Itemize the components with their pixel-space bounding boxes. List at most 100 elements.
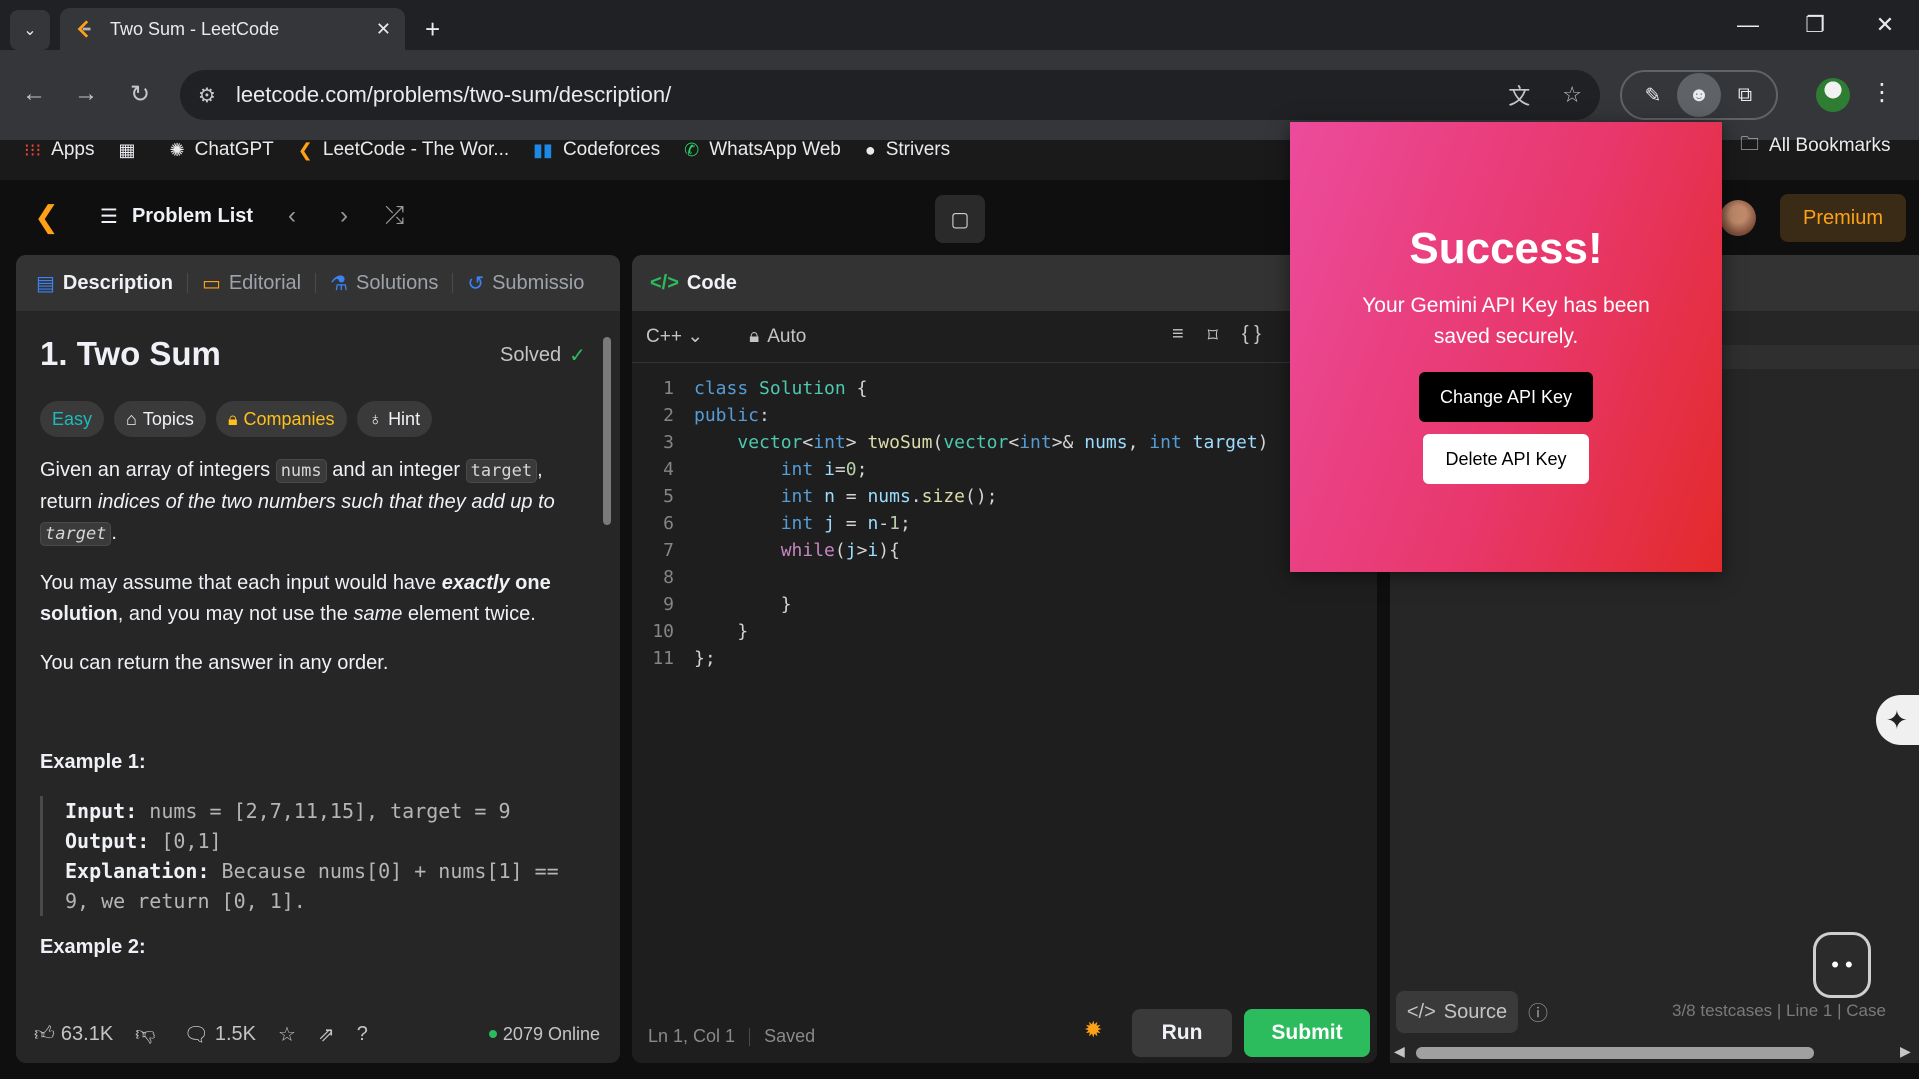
close-window-button[interactable]: ✕ bbox=[1865, 12, 1905, 38]
scrollbar-thumb[interactable] bbox=[603, 337, 611, 525]
tab-title: Two Sum - LeetCode bbox=[110, 18, 280, 39]
folder-icon: 🗀 bbox=[1740, 134, 1760, 155]
description-scrollbar[interactable] bbox=[602, 319, 612, 1009]
extensions-puzzle-icon[interactable]: ⧉ bbox=[1723, 73, 1767, 117]
tab-editorial[interactable]: ▭ Editorial bbox=[202, 271, 301, 296]
prev-problem-icon[interactable]: ‹ bbox=[288, 202, 296, 230]
code-tools: ≡ ⌑ { } bbox=[1172, 323, 1285, 348]
testcase-info: 3/8 testcases | Line 1 | Case bbox=[1672, 1001, 1886, 1020]
share-button[interactable]: ⇗ bbox=[318, 1022, 335, 1047]
tab-divider bbox=[452, 273, 454, 293]
comments-button[interactable]: 🗨︎ 1.5K bbox=[183, 1022, 256, 1047]
all-bookmarks-button[interactable]: 🗀 All Bookmarks bbox=[1740, 130, 1890, 162]
user-avatar[interactable] bbox=[1720, 200, 1756, 236]
new-tab-button[interactable]: + bbox=[425, 14, 440, 45]
tag-icon: ⌂ bbox=[126, 408, 137, 429]
code-panel: </> Code C++ ⌄ 🔒︎ Auto ≡ ⌑ { } 1 class Solu… bbox=[632, 255, 1377, 1063]
active-extension-icon[interactable]: ☻ bbox=[1677, 73, 1721, 117]
browser-tab[interactable]: Two Sum - LeetCode ✕ bbox=[60, 8, 405, 50]
delete-api-key-button[interactable]: Delete API Key bbox=[1423, 434, 1589, 484]
bookmark-apps[interactable]: ⁝⁝⁝ Apps bbox=[24, 139, 94, 161]
topics-tag[interactable]: ⌂ Topics bbox=[114, 401, 206, 437]
address-bar[interactable]: ⚙ leetcode.com/problems/two-sum/descript… bbox=[180, 70, 1600, 120]
thumbs-up-icon: 👍︎ bbox=[34, 1023, 55, 1045]
inline-code: target bbox=[40, 522, 112, 546]
code-line: 10 } bbox=[652, 621, 749, 642]
forward-button[interactable]: → bbox=[66, 80, 106, 108]
check-circle-icon: ✓ bbox=[569, 345, 586, 367]
horizontal-scrollbar[interactable]: ◀ ▶ bbox=[1390, 1043, 1919, 1063]
close-tab-icon[interactable]: ✕ bbox=[376, 19, 391, 40]
tab-groups-button[interactable]: ▦ bbox=[118, 140, 145, 161]
help-button[interactable]: ? bbox=[357, 1023, 368, 1046]
problem-tags: Easy ⌂ Topics 🔒︎ Companies ♁ Hint bbox=[40, 401, 590, 437]
site-settings-icon[interactable]: ⚙ bbox=[198, 83, 216, 108]
braces-icon[interactable]: { } bbox=[1242, 323, 1261, 348]
format-icon[interactable]: ≡ bbox=[1172, 323, 1184, 348]
premium-button[interactable]: Premium bbox=[1780, 194, 1906, 242]
code-editor[interactable]: 1 class Solution { 2 public: 3 vector<int>… bbox=[632, 375, 1342, 672]
source-button[interactable]: </> Source bbox=[1396, 991, 1518, 1033]
dislike-button[interactable]: 👎︎ bbox=[135, 1022, 161, 1046]
bookmark-star-icon[interactable]: ☆ bbox=[1562, 82, 1582, 108]
code-panel-header: </> Code bbox=[632, 255, 1377, 311]
notes-button[interactable]: ▢ bbox=[935, 195, 985, 243]
language-select[interactable]: C++ ⌄ bbox=[646, 325, 703, 348]
code-line: 3 vector<int> twoSum(vector<int>& nums, … bbox=[663, 432, 1269, 453]
bookmark-leetcode[interactable]: ❮ LeetCode - The Wor... bbox=[298, 139, 509, 161]
lightbulb-icon: ♁ bbox=[368, 408, 383, 429]
tab-submissions[interactable]: ↺ Submissio bbox=[467, 271, 584, 296]
submit-button[interactable]: Submit bbox=[1244, 1009, 1370, 1057]
translate-icon[interactable]: 文 bbox=[1508, 79, 1530, 111]
popup-title: Success! bbox=[1409, 224, 1603, 273]
auto-mode-toggle[interactable]: 🔒︎ Auto bbox=[749, 326, 806, 348]
bookmark-strivers[interactable]: ● Strivers bbox=[865, 139, 950, 161]
help-circle-icon[interactable]: ⓘ bbox=[1528, 997, 1548, 1026]
bookmark-whatsapp[interactable]: ✆ WhatsApp Web bbox=[684, 139, 841, 161]
description-tabs: ▤ Description ▭ Editorial ⚗ Solutions ↺ Subm… bbox=[16, 255, 620, 311]
strivers-icon: ● bbox=[864, 139, 876, 160]
like-button[interactable]: 👍︎ 63.1K bbox=[34, 1022, 113, 1046]
problem-statement-1: Given an array of integers nums and an i… bbox=[40, 459, 555, 546]
companies-tag[interactable]: 🔒︎ Companies bbox=[215, 401, 347, 437]
leetcode-logo-icon[interactable]: ❮ bbox=[34, 200, 59, 235]
scroll-right-icon[interactable]: ▶ bbox=[1900, 1043, 1911, 1060]
change-api-key-button[interactable]: Change API Key bbox=[1419, 372, 1593, 422]
tab-description[interactable]: ▤ Description bbox=[36, 271, 173, 296]
bookmark-codeforces[interactable]: ▮▮ Codeforces bbox=[533, 139, 660, 161]
code-line: 7 while(j>i){ bbox=[663, 540, 900, 561]
thumbs-down-icon: 👎︎ bbox=[135, 1023, 156, 1045]
difficulty-badge[interactable]: Easy bbox=[40, 401, 105, 437]
chatgpt-icon: ✺ bbox=[169, 139, 185, 160]
debug-icon[interactable]: ✹ bbox=[1084, 1017, 1102, 1043]
codeforces-icon: ▮▮ bbox=[533, 139, 553, 160]
hint-tag[interactable]: ♁ Hint bbox=[356, 401, 433, 437]
scroll-left-icon[interactable]: ◀ bbox=[1394, 1043, 1405, 1060]
restore-button[interactable]: ❐ bbox=[1795, 12, 1835, 38]
url-text[interactable]: leetcode.com/problems/two-sum/descriptio… bbox=[236, 82, 1476, 108]
problem-list-button[interactable]: ☰ Problem List bbox=[100, 204, 253, 229]
online-count: 2079 Online bbox=[488, 1024, 600, 1045]
profile-avatar[interactable] bbox=[1816, 78, 1850, 112]
robot-assistant-icon[interactable]: • • bbox=[1813, 932, 1871, 998]
shuffle-icon[interactable]: ⤮ bbox=[385, 202, 404, 230]
eyedropper-extension-icon[interactable]: ✎ bbox=[1631, 73, 1675, 117]
document-icon: ▤ bbox=[36, 272, 55, 295]
scrollbar-thumb[interactable] bbox=[1416, 1047, 1814, 1059]
popup-message: Your Gemini API Key has been saved secur… bbox=[1362, 294, 1650, 348]
tab-divider bbox=[315, 273, 317, 293]
run-button[interactable]: Run bbox=[1132, 1009, 1232, 1057]
code-line: 9 } bbox=[663, 594, 792, 615]
tab-search-button[interactable]: ⌄ bbox=[10, 10, 50, 50]
browser-menu-icon[interactable]: ⋮ bbox=[1870, 78, 1894, 107]
sparkle-icon[interactable]: ✦ bbox=[1876, 695, 1919, 745]
bookmark-chatgpt[interactable]: ✺ ChatGPT bbox=[170, 139, 274, 161]
reload-button[interactable]: ↻ bbox=[120, 80, 160, 109]
online-dot-icon bbox=[488, 1030, 497, 1038]
favorite-button[interactable]: ☆ bbox=[278, 1022, 296, 1047]
back-button[interactable]: ← bbox=[14, 80, 54, 108]
bookmark-icon[interactable]: ⌑ bbox=[1208, 323, 1218, 348]
next-problem-icon[interactable]: › bbox=[340, 202, 348, 230]
minimize-button[interactable]: — bbox=[1728, 12, 1768, 38]
tab-solutions[interactable]: ⚗ Solutions bbox=[330, 271, 438, 296]
